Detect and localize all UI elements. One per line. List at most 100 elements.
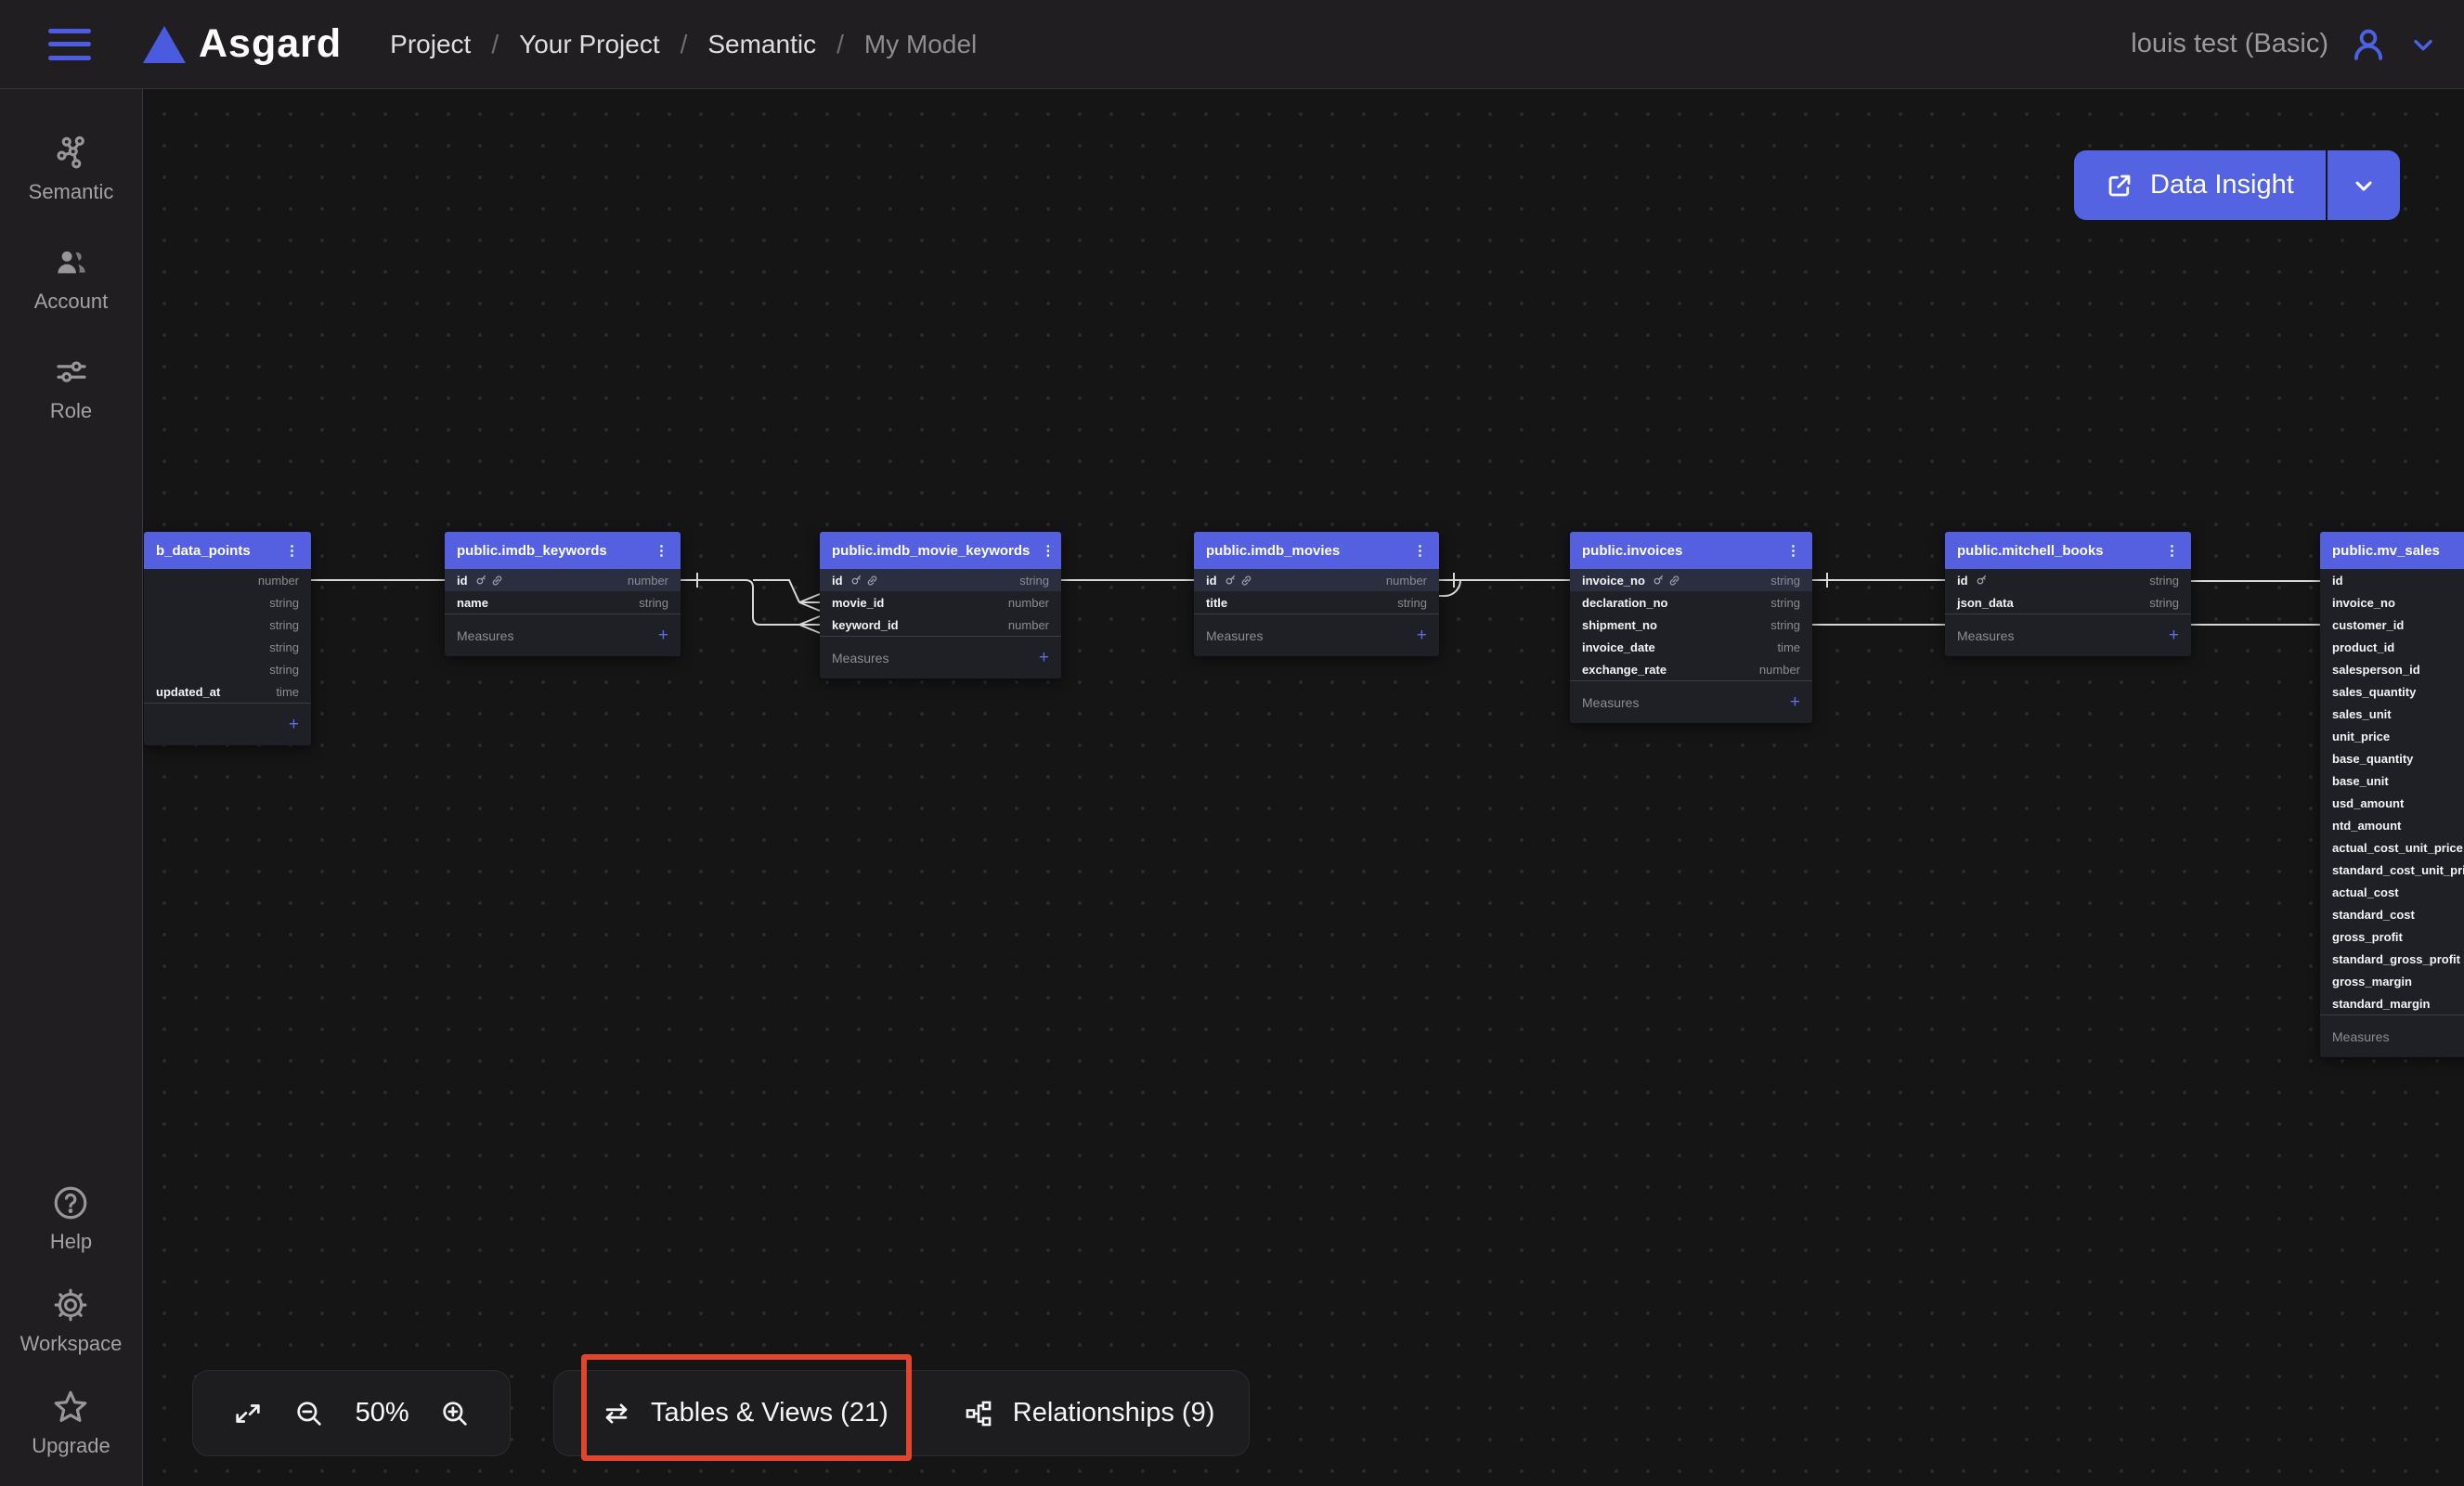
- field-row[interactable]: number: [144, 569, 311, 591]
- user-menu[interactable]: louis test (Basic): [2131, 25, 2438, 64]
- sidebar-item-help[interactable]: Help: [20, 1183, 123, 1254]
- table-node-header[interactable]: public.imdb_movie_keywords⋮: [820, 532, 1061, 569]
- field-row[interactable]: string: [144, 614, 311, 636]
- kebab-menu-icon[interactable]: ⋮: [643, 544, 668, 558]
- field-row[interactable]: gross_profit: [2320, 925, 2464, 948]
- edge-line: [799, 594, 820, 602]
- table-node[interactable]: b_data_points⋮numberstringstringstringst…: [144, 532, 311, 745]
- add-measure-button[interactable]: +: [1417, 626, 1427, 646]
- field-row[interactable]: json_datastring: [1945, 591, 2191, 614]
- field-row[interactable]: ntd_amount: [2320, 814, 2464, 836]
- field-row[interactable]: salesperson_id: [2320, 658, 2464, 680]
- field-row[interactable]: base_unit: [2320, 769, 2464, 792]
- chevron-down-icon[interactable]: [2408, 30, 2438, 59]
- field-row[interactable]: string: [144, 636, 311, 658]
- table-node-header[interactable]: public.mitchell_books⋮: [1945, 532, 2191, 569]
- table-node[interactable]: public.invoices⋮invoice_nostringdeclarat…: [1570, 532, 1812, 723]
- field-row[interactable]: updated_attime: [144, 680, 311, 703]
- field-row[interactable]: idnumber: [445, 569, 681, 591]
- field-row[interactable]: string: [144, 658, 311, 680]
- field-row[interactable]: shipment_nostring: [1570, 614, 1812, 636]
- field-row[interactable]: actual_cost: [2320, 881, 2464, 903]
- field-row[interactable]: unit_price: [2320, 725, 2464, 747]
- field-row[interactable]: base_quantity: [2320, 747, 2464, 769]
- tables-views-label: Tables & Views (21): [651, 1398, 888, 1428]
- field-row[interactable]: exchange_ratenumber: [1570, 658, 1812, 680]
- table-node-header[interactable]: public.imdb_movies⋮: [1194, 532, 1439, 569]
- table-node-header[interactable]: public.mv_sales⋮: [2320, 532, 2464, 569]
- kebab-menu-icon[interactable]: ⋮: [274, 544, 299, 558]
- sidebar-item-workspace[interactable]: Workspace: [20, 1286, 123, 1356]
- kebab-menu-icon[interactable]: ⋮: [1775, 544, 1800, 558]
- field-row[interactable]: invoice_no: [2320, 591, 2464, 614]
- field-row[interactable]: idstring: [820, 569, 1061, 591]
- field-type: string: [269, 618, 299, 632]
- field-row[interactable]: invoice_nostring: [1570, 569, 1812, 591]
- diagram-canvas[interactable]: b_data_points⋮numberstringstringstringst…: [143, 89, 2464, 1486]
- field-row[interactable]: idstring: [1945, 569, 2191, 591]
- sidebar-item-semantic[interactable]: Semantic: [29, 134, 114, 204]
- field-row[interactable]: standard_cost_unit_price: [2320, 859, 2464, 881]
- add-measure-button[interactable]: +: [2169, 626, 2179, 646]
- table-node-body: idinvoice_nocustomer_idproduct_idsalespe…: [2320, 569, 2464, 1057]
- add-measure-button[interactable]: +: [289, 715, 299, 735]
- user-avatar-icon[interactable]: [2349, 25, 2388, 64]
- zoom-out-button[interactable]: [293, 1398, 325, 1429]
- data-insight-button[interactable]: Data Insight: [2074, 150, 2326, 220]
- data-insight-dropdown-button[interactable]: [2328, 150, 2400, 220]
- add-measure-button[interactable]: +: [1039, 648, 1049, 668]
- sidebar-item-role[interactable]: Role: [29, 353, 114, 423]
- breadcrumb-project[interactable]: Project: [390, 30, 471, 59]
- field-row[interactable]: idnumber: [1194, 569, 1439, 591]
- table-node-header[interactable]: public.invoices⋮: [1570, 532, 1812, 569]
- key-icon: [1224, 575, 1236, 587]
- table-node[interactable]: public.imdb_keywords⋮idnumbernamestringM…: [445, 532, 681, 656]
- table-node[interactable]: public.imdb_movies⋮idnumbertitlestringMe…: [1194, 532, 1439, 656]
- table-node-body: invoice_nostringdeclaration_nostringship…: [1570, 569, 1812, 723]
- field-row[interactable]: standard_cost: [2320, 903, 2464, 925]
- relationships-button[interactable]: Relationships (9): [926, 1371, 1252, 1455]
- table-node-header[interactable]: b_data_points⋮: [144, 532, 311, 569]
- field-row[interactable]: standard_margin: [2320, 992, 2464, 1014]
- field-name: salesperson_id: [2332, 663, 2420, 677]
- field-row[interactable]: actual_cost_unit_price: [2320, 836, 2464, 859]
- fit-view-button[interactable]: [232, 1398, 264, 1429]
- table-node[interactable]: public.imdb_movie_keywords⋮idstringmovie…: [820, 532, 1061, 678]
- kebab-menu-icon[interactable]: ⋮: [1402, 544, 1427, 558]
- breadcrumb-your-project[interactable]: Your Project: [519, 30, 660, 59]
- add-measure-button[interactable]: +: [1790, 692, 1800, 713]
- field-row[interactable]: sales_quantity: [2320, 680, 2464, 703]
- field-row[interactable]: movie_idnumber: [820, 591, 1061, 614]
- field-row[interactable]: keyword_idnumber: [820, 614, 1061, 636]
- field-row[interactable]: string: [144, 591, 311, 614]
- field-row[interactable]: usd_amount: [2320, 792, 2464, 814]
- field-row[interactable]: titlestring: [1194, 591, 1439, 614]
- tables-views-button[interactable]: Tables & Views (21): [564, 1371, 926, 1455]
- measures-label: Measures: [1582, 695, 1639, 710]
- table-node-body: idstringjson_datastringMeasures+: [1945, 569, 2191, 656]
- zoom-in-button[interactable]: [439, 1398, 471, 1429]
- field-row[interactable]: declaration_nostring: [1570, 591, 1812, 614]
- table-node[interactable]: public.mv_sales⋮idinvoice_nocustomer_idp…: [2320, 532, 2464, 1057]
- kebab-menu-icon[interactable]: ⋮: [2154, 544, 2179, 558]
- field-type: string: [269, 663, 299, 677]
- add-measure-button[interactable]: +: [658, 626, 668, 646]
- field-row[interactable]: id: [2320, 569, 2464, 591]
- field-name: standard_gross_profit: [2332, 952, 2460, 966]
- field-row[interactable]: namestring: [445, 591, 681, 614]
- breadcrumb-semantic[interactable]: Semantic: [707, 30, 816, 59]
- sidebar-item-upgrade[interactable]: Upgrade: [20, 1388, 123, 1458]
- field-row[interactable]: invoice_datetime: [1570, 636, 1812, 658]
- field-icons: [1652, 575, 1680, 587]
- field-row[interactable]: sales_unit: [2320, 703, 2464, 725]
- field-row[interactable]: product_id: [2320, 636, 2464, 658]
- field-name: id: [1206, 574, 1217, 588]
- hamburger-menu-icon[interactable]: [48, 29, 91, 60]
- kebab-menu-icon[interactable]: ⋮: [1030, 544, 1055, 558]
- sidebar-item-account[interactable]: Account: [29, 243, 114, 314]
- field-row[interactable]: gross_margin: [2320, 970, 2464, 992]
- field-row[interactable]: customer_id: [2320, 614, 2464, 636]
- field-row[interactable]: standard_gross_profit: [2320, 948, 2464, 970]
- table-node[interactable]: public.mitchell_books⋮idstringjson_datas…: [1945, 532, 2191, 656]
- table-node-header[interactable]: public.imdb_keywords⋮: [445, 532, 681, 569]
